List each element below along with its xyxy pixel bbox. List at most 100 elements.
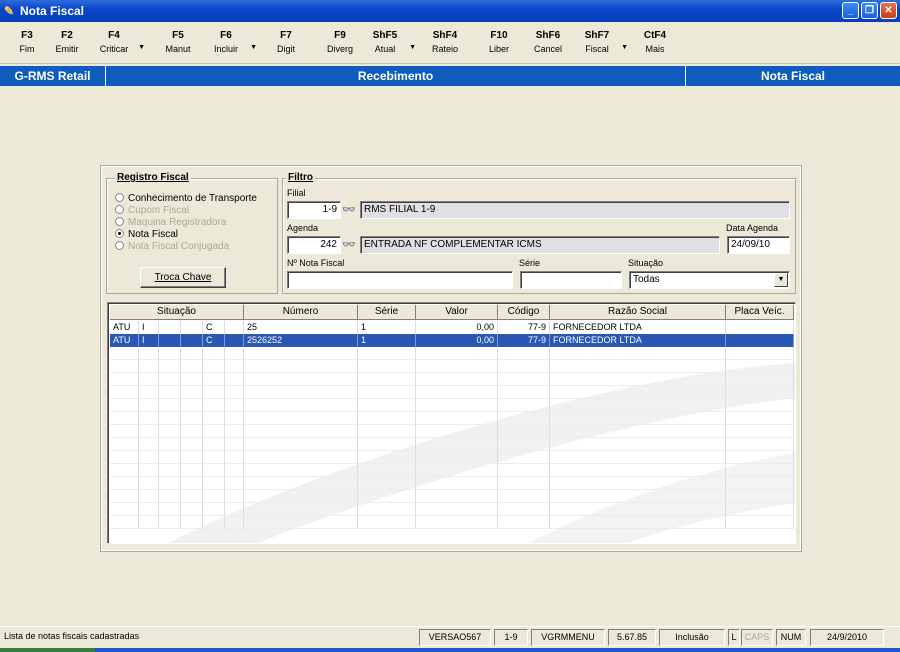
toolbar-label: Criticar <box>99 44 129 54</box>
binoculars-icon[interactable]: 👓 <box>341 237 357 253</box>
column-header[interactable]: Valor <box>416 305 498 320</box>
agenda-code-input[interactable]: 242 <box>287 236 341 254</box>
empty-cell <box>139 490 159 503</box>
empty-cell <box>550 386 726 399</box>
empty-cell <box>550 399 726 412</box>
empty-cell <box>550 451 726 464</box>
binoculars-icon[interactable]: 👓 <box>341 202 357 218</box>
status-l: L <box>728 629 740 646</box>
filtro-legend: Filtro <box>286 172 315 183</box>
app-icon: ✎ <box>4 4 15 18</box>
radio-label: Nota Fiscal <box>128 229 179 240</box>
empty-cell <box>110 477 139 490</box>
valor-cell: 0,00 <box>416 334 498 347</box>
notas-grid[interactable]: Situação Número Série Valor Código Razão Soci… <box>107 302 796 544</box>
empty-cell <box>358 425 416 438</box>
empty-cell <box>225 516 244 529</box>
empty-row <box>110 386 794 399</box>
radio-conhecimento-de-transporte[interactable]: Conhecimento de Transporte <box>115 193 257 204</box>
situacao-cell: C <box>203 321 225 334</box>
troca-chave-button[interactable]: Troca Chave <box>140 267 226 288</box>
radio-maquina-registradora: Maquina Registradora <box>115 217 226 228</box>
radio-nota-fiscal[interactable]: Nota Fiscal <box>115 229 178 240</box>
app-name: G-RMS Retail <box>0 66 106 86</box>
toolbar-button-atual[interactable]: ShF5 Atual ▼ <box>363 30 416 54</box>
table-row[interactable]: ATU I C 2526252 1 0,00 77-9 FORNECEDOR LTDA <box>110 334 794 347</box>
empty-cell <box>159 347 181 360</box>
empty-cell <box>159 503 181 516</box>
toolbar-button-fiscal[interactable]: ShF7 Fiscal ▼ <box>575 30 628 54</box>
column-header[interactable]: Razão Social <box>550 305 726 320</box>
toolbar-button-mais[interactable]: CtF4 Mais <box>633 30 677 54</box>
toolbar-button-emitir[interactable]: F2 Emitir <box>45 30 89 54</box>
empty-cell <box>358 464 416 477</box>
toolbar-label: Fiscal <box>585 44 609 54</box>
empty-cell <box>726 373 794 386</box>
empty-cell <box>203 516 225 529</box>
empty-cell <box>244 438 358 451</box>
toolbar-button-fim[interactable]: F3 Fim <box>5 30 49 54</box>
toolbar-label: Incluir <box>213 44 238 54</box>
column-header[interactable]: Placa Veíc. <box>726 305 794 320</box>
toolbar-button-rateio[interactable]: ShF4 Rateio <box>423 30 467 54</box>
empty-row <box>110 360 794 373</box>
column-header[interactable]: Série <box>358 305 416 320</box>
toolbar-button-criticar[interactable]: F4 Criticar ▼ <box>92 30 145 54</box>
table-row[interactable]: ATU I C 25 1 0,00 77-9 FORNECEDOR LTDA <box>110 321 794 334</box>
razao-cell: FORNECEDOR LTDA <box>550 334 726 347</box>
empty-cell <box>244 425 358 438</box>
empty-cell <box>726 386 794 399</box>
toolbar-button-cancel[interactable]: ShF6 Cancel <box>526 30 570 54</box>
dropdown-arrow-icon[interactable]: ▼ <box>138 44 145 51</box>
situacao-cell <box>225 334 244 347</box>
nota-fiscal-input[interactable] <box>287 271 513 289</box>
toolbar-button-incluir[interactable]: F6 Incluir ▼ <box>204 30 257 54</box>
empty-cell <box>159 360 181 373</box>
empty-cell <box>726 490 794 503</box>
column-header[interactable]: Número <box>244 305 358 320</box>
chevron-down-icon[interactable]: ▼ <box>774 273 788 287</box>
column-header[interactable]: Código <box>498 305 550 320</box>
empty-cell <box>726 516 794 529</box>
module-name: Recebimento <box>106 66 686 86</box>
empty-cell <box>225 373 244 386</box>
toolbar-button-liber[interactable]: F10 Liber <box>477 30 521 54</box>
empty-cell <box>358 516 416 529</box>
radio-label: Cupom Fiscal <box>128 205 190 216</box>
radio-label: Maquina Registradora <box>128 217 227 228</box>
empty-cell <box>358 477 416 490</box>
toolbar-button-manut[interactable]: F5 Manut <box>156 30 200 54</box>
empty-cell <box>225 451 244 464</box>
empty-cell <box>159 412 181 425</box>
empty-cell <box>203 373 225 386</box>
empty-cell <box>225 412 244 425</box>
dropdown-arrow-icon[interactable]: ▼ <box>250 44 257 51</box>
dropdown-arrow-icon[interactable]: ▼ <box>409 44 416 51</box>
situacao-select[interactable]: Todas ▼ <box>629 271 790 289</box>
minimize-button[interactable]: _ <box>842 2 859 19</box>
taskbar-strip <box>0 648 900 652</box>
column-header[interactable]: Situação <box>110 305 244 320</box>
toolbar-label: Cancel <box>533 44 562 54</box>
registro-fiscal-group: Registro Fiscal Conhecimento de Transpor… <box>106 172 278 294</box>
serie-input[interactable] <box>520 271 622 289</box>
dropdown-arrow-icon[interactable]: ▼ <box>621 44 628 51</box>
numero-cell: 2526252 <box>244 334 358 347</box>
toolbar-button-digit[interactable]: F7 Digit <box>264 30 308 54</box>
radio-nota-fiscal-conjugada: Nota Fiscal Conjugada <box>115 241 229 252</box>
restore-button[interactable]: ❐ <box>861 2 878 19</box>
placa-cell <box>726 334 794 347</box>
empty-cell <box>726 438 794 451</box>
empty-cell <box>110 347 139 360</box>
empty-cell <box>550 373 726 386</box>
empty-cell <box>181 503 203 516</box>
empty-row <box>110 451 794 464</box>
empty-cell <box>110 425 139 438</box>
close-button[interactable]: ✕ <box>880 2 897 19</box>
toolbar-button-diverg[interactable]: F9 Diverg <box>318 30 362 54</box>
data-agenda-input[interactable]: 24/09/10 <box>727 236 790 254</box>
empty-cell <box>181 490 203 503</box>
toolbar-key: ShF4 <box>432 30 458 41</box>
filial-code-input[interactable]: 1-9 <box>287 201 341 219</box>
empty-cell <box>244 399 358 412</box>
